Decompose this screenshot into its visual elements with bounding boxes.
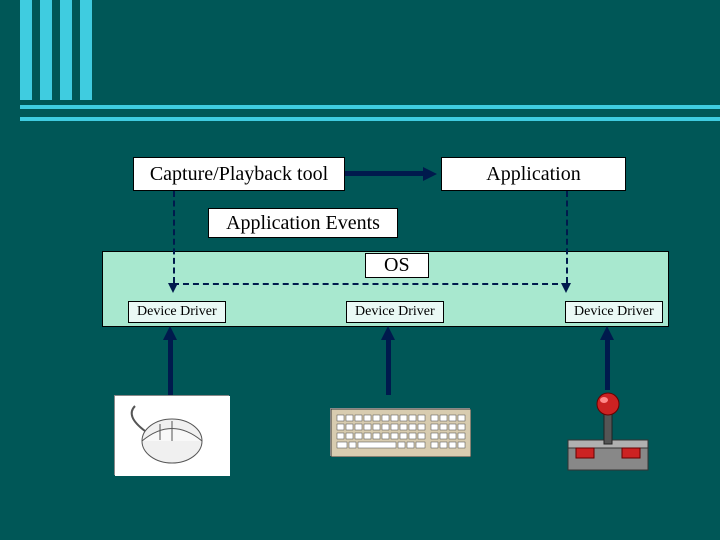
arrow-mouse-to-driver — [168, 340, 173, 395]
capture-playback-box: Capture/Playback tool — [133, 157, 345, 191]
arrow-head-up-icon — [381, 326, 395, 340]
application-box: Application — [441, 157, 626, 191]
device-driver-box: Device Driver — [565, 301, 663, 323]
bar — [80, 0, 92, 100]
device-driver-box: Device Driver — [128, 301, 226, 323]
decorative-bars — [20, 0, 92, 100]
keyboard-icon — [330, 408, 470, 456]
dashed-connector — [566, 191, 568, 283]
arrow-capture-to-app — [345, 171, 425, 176]
bar — [40, 0, 52, 100]
divider-line — [20, 117, 720, 121]
bar — [20, 0, 32, 100]
arrow-head-right-icon — [423, 167, 437, 181]
dashed-arrowhead-icon — [168, 283, 178, 293]
dashed-connector — [173, 191, 175, 283]
arrow-keyboard-to-driver — [386, 340, 391, 395]
joystick-icon — [558, 390, 658, 475]
application-events-box: Application Events — [208, 208, 398, 238]
mouse-icon — [114, 395, 229, 475]
arrow-joystick-to-driver — [605, 340, 610, 390]
bar — [60, 0, 72, 100]
arrow-head-up-icon — [600, 326, 614, 340]
os-label: OS — [365, 253, 429, 278]
dashed-arrowhead-icon — [561, 283, 571, 293]
divider-line — [20, 105, 720, 109]
arrow-head-up-icon — [163, 326, 177, 340]
dashed-connector — [173, 283, 568, 285]
device-driver-box: Device Driver — [346, 301, 444, 323]
